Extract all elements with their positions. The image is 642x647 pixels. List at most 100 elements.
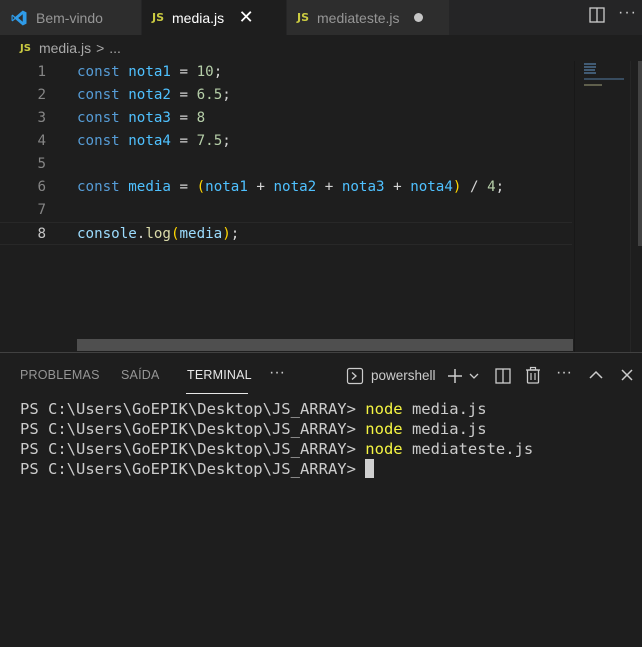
tab-mediateste-js[interactable]: JS mediateste.js [287,0,450,35]
tab-problems[interactable]: PROBLEMAS [20,368,100,382]
code-token: / [461,179,488,195]
code-token: const [77,110,120,126]
tabbar-actions: ··· [450,0,642,35]
chevron-up-icon[interactable] [588,369,604,381]
breadcrumb-more[interactable]: ... [109,40,121,56]
vscode-logo-icon [11,10,27,25]
code-text: const media = (nota1 + nota2 + nota3 + n… [77,176,504,199]
minimap[interactable] [574,61,630,352]
code-token: ; [222,133,231,149]
terminal-output[interactable]: PS C:\Users\GoEPIK\Desktop\JS_ARRAY> nod… [20,399,533,479]
code-line[interactable]: 7 [0,199,572,222]
editor-tab-bar: Bem-vindo JS media.js ✕ JS mediateste.js… [0,0,642,35]
code-token: + [316,179,342,195]
code-token: ( [170,226,180,242]
terminal-prompt: PS C:\Users\GoEPIK\Desktop\JS_ARRAY> [20,420,366,438]
tab-label: mediateste.js [317,9,400,26]
code-text: const nota3 = 8 [77,107,205,130]
tab-label: Bem-vindo [36,9,103,26]
line-number: 6 [37,179,46,195]
tab-welcome[interactable]: Bem-vindo [0,0,142,35]
code-token: nota4 [410,179,453,195]
horizontal-scrollbar[interactable] [77,339,573,351]
terminal-command: node [365,440,403,458]
trash-icon[interactable] [524,366,542,385]
code-line[interactable]: 3 const nota3 = 8 [0,107,572,130]
code-token: console [77,226,137,242]
code-line[interactable]: 4 const nota4 = 7.5; [0,130,572,153]
code-token: const [77,87,120,103]
js-file-icon: JS [152,11,165,24]
code-token: media [128,179,171,195]
terminal-line: PS C:\Users\GoEPIK\Desktop\JS_ARRAY> nod… [20,399,533,419]
active-tab-indicator [186,393,248,394]
code-token: const [77,133,120,149]
code-token: ( [196,179,206,195]
terminal-line: PS C:\Users\GoEPIK\Desktop\JS_ARRAY> [20,459,533,479]
code-token: nota3 [128,110,171,126]
panel-tab-bar: PROBLEMAS SAÍDA TERMINAL ··· powershell [0,353,642,397]
code-line[interactable]: 6 const media = (nota1 + nota2 + nota3 + … [0,176,572,199]
code-text: console.log(media); [77,223,239,246]
code-token: ; [230,226,240,242]
code-token: const [77,179,120,195]
code-token: 4 [487,179,496,195]
code-editor[interactable]: 1 const nota1 = 10; 2 const nota2 = 6.5; 3 co… [0,61,642,352]
chevron-down-icon[interactable] [468,371,480,381]
terminal-args: media.js [402,400,487,418]
bottom-panel: PROBLEMAS SAÍDA TERMINAL ··· powershell [0,352,642,647]
line-number: 1 [37,64,46,80]
terminal-cursor [365,459,375,478]
terminal-line: PS C:\Users\GoEPIK\Desktop\JS_ARRAY> nod… [20,419,533,439]
code-text: const nota2 = 6.5; [77,84,231,107]
code-line[interactable]: 2 const nota2 = 6.5; [0,84,572,107]
more-actions-icon[interactable]: ··· [618,4,637,22]
code-line[interactable]: 1 const nota1 = 10; [0,61,572,84]
terminal-args: mediateste.js [402,440,534,458]
code-token: + [247,179,274,195]
terminal-prompt: PS C:\Users\GoEPIK\Desktop\JS_ARRAY> [20,400,366,418]
tab-terminal[interactable]: TERMINAL [187,368,252,382]
vertical-scrollbar-thumb[interactable] [638,61,642,246]
close-icon[interactable]: ✕ [238,7,254,28]
code-token: ) [222,226,231,242]
terminal-icon[interactable] [346,367,364,385]
code-token: + [384,179,411,195]
code-token: nota1 [205,179,248,195]
split-terminal-icon[interactable] [494,367,512,385]
code-token: = [170,179,197,195]
tab-media-js[interactable]: JS media.js ✕ [142,0,287,35]
add-terminal-icon[interactable] [446,367,464,385]
code-token: = [170,87,197,103]
split-editor-icon[interactable] [588,6,606,24]
code-token: = [170,110,197,126]
line-number: 3 [37,110,46,126]
terminal-command: node [365,400,403,418]
tab-output[interactable]: SAÍDA [121,368,160,382]
code-line[interactable]: 5 [0,153,572,176]
tab-label: media.js [172,9,225,26]
breadcrumb-file[interactable]: media.js [39,40,91,56]
code-token: media [179,226,223,242]
code-token: nota2 [128,87,171,103]
terminal-args: media.js [402,420,487,438]
code-token: ; [213,64,223,80]
code-line[interactable]: 8 console.log(media); [0,222,572,245]
unsaved-dot-icon[interactable] [413,13,423,22]
line-number: 4 [37,133,46,149]
close-panel-icon[interactable] [620,368,634,382]
more-views-icon[interactable]: ··· [269,364,285,382]
code-text: const nota4 = 7.5; [77,130,231,153]
code-text: const nota1 = 10; [77,61,222,84]
more-actions-icon[interactable]: ··· [556,364,572,382]
line-number: 8 [37,226,46,242]
code-token: nota2 [273,179,317,195]
code-token: 8 [196,110,206,126]
terminal-name[interactable]: powershell [371,368,436,383]
code-token: 10 [196,64,214,80]
